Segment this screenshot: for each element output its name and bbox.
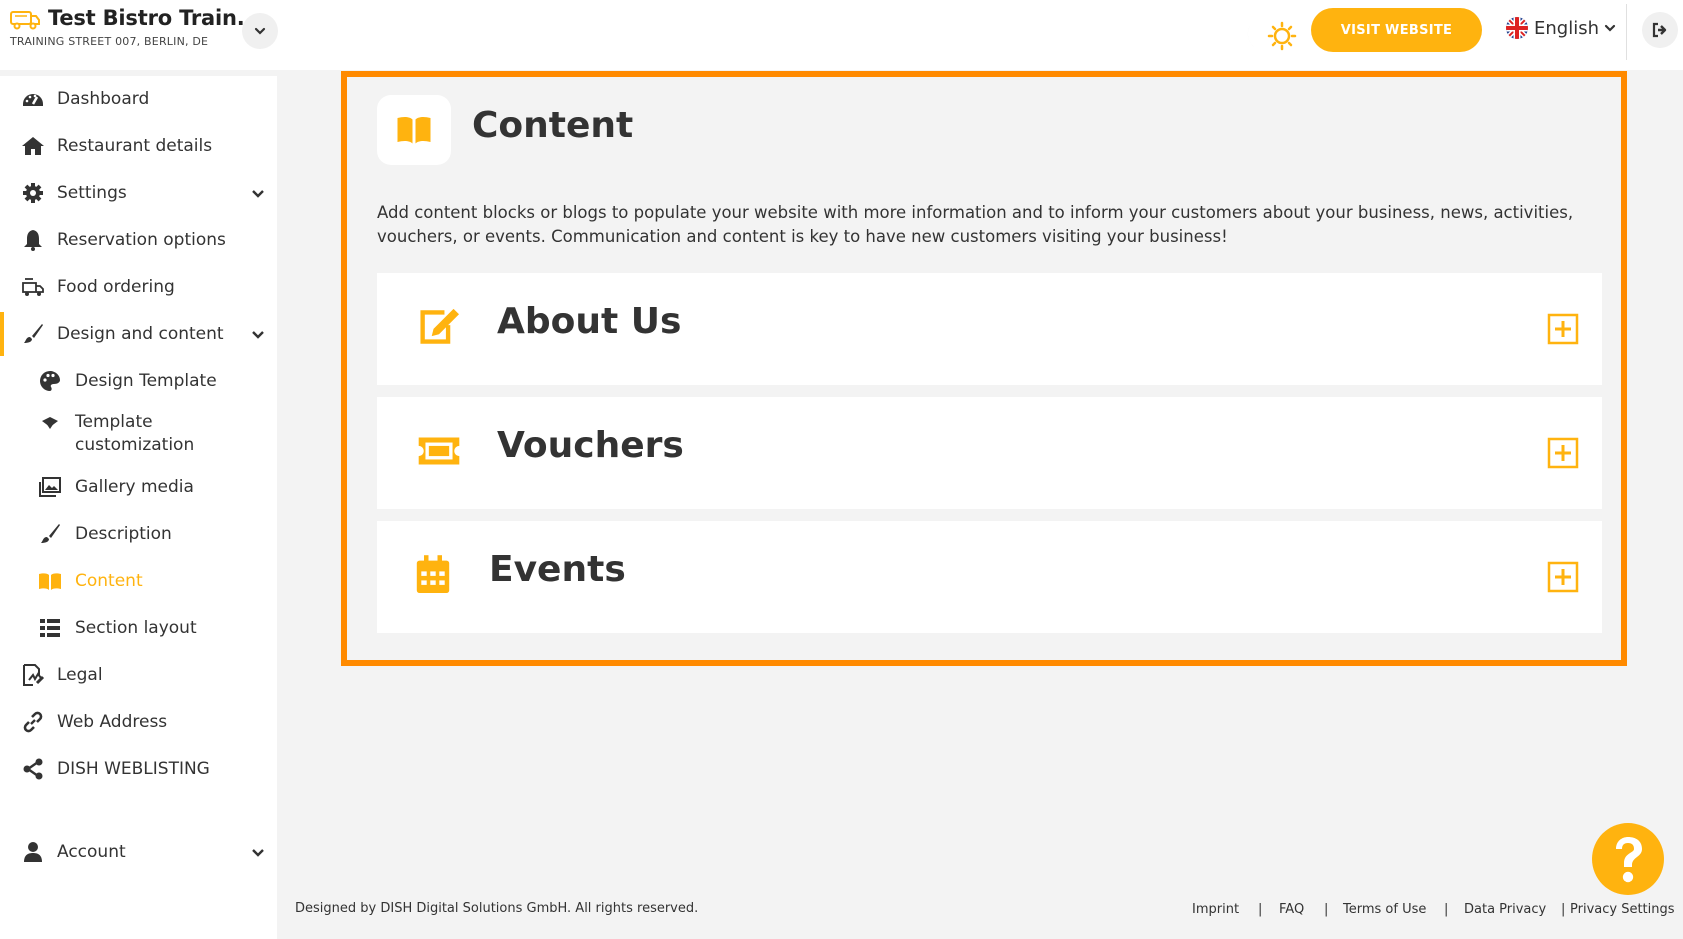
uk-flag-icon [1506,17,1528,39]
sidebar-item-label: Design Template [75,371,217,391]
header-divider [1626,4,1627,60]
expand-plus-icon[interactable] [1547,561,1579,593]
chevron-down-icon [252,190,264,198]
language-selector[interactable]: English [1505,16,1616,40]
restaurant-name: Test Bistro Train... [48,6,261,30]
sidebar-item-label: Description [75,524,172,544]
help-button[interactable] [1592,823,1664,895]
sidebar-item-label: Settings [57,183,127,203]
content-block-vouchers[interactable]: Vouchers [377,397,1602,509]
footer-link-data-privacy[interactable]: Data Privacy [1464,902,1546,917]
sidebar-item-label: Template customization [75,412,195,455]
sidebar-item-account[interactable]: Account [0,830,277,874]
content-block-about-us[interactable]: About Us [377,273,1602,385]
sidebar-item-label: Account [57,842,126,862]
sidebar: Dashboard Restaurant details Settings Re… [0,76,277,939]
restaurant-switch-button[interactable] [242,13,278,49]
footer-link-privacy-settings[interactable]: Privacy Settings [1570,902,1675,917]
dashboard-icon [23,94,43,106]
food-ordering-icon [22,278,44,296]
theme-toggle[interactable] [1230,14,1300,58]
page-title-icon-box [377,95,451,165]
footer-separator: | [1324,902,1329,917]
sidebar-item-label: Content [75,571,143,591]
signature-icon [23,664,45,686]
sidebar-item-dashboard[interactable]: Dashboard [0,77,277,121]
sidebar-item-settings[interactable]: Settings [0,171,277,215]
sidebar-item-dish-weblisting[interactable]: DISH WEBLISTING [0,747,277,791]
images-icon [39,477,61,497]
sidebar-item-label: Food ordering [57,277,175,297]
sidebar-item-food-ordering[interactable]: Food ordering [0,265,277,309]
user-icon [24,842,42,862]
expand-plus-icon[interactable] [1547,313,1579,345]
list-icon [40,619,60,637]
sidebar-item-content[interactable]: Content [0,559,277,603]
sidebar-item-description[interactable]: Description [0,512,277,556]
gear-icon [23,183,43,203]
calendar-icon [409,553,457,597]
footer-link-imprint[interactable]: Imprint [1192,902,1239,917]
footer-separator: | [1444,902,1449,917]
block-title: Events [489,549,626,590]
footer-links: Imprint | FAQ | Terms of Use | Data Priv… [1192,902,1677,922]
language-label: English [1534,17,1599,39]
sidebar-item-label: Dashboard [57,89,150,109]
sun-icon [1267,21,1297,51]
paintbrush-icon [24,324,43,343]
sidebar-item-design-template[interactable]: Design Template [0,359,277,403]
logout-button[interactable] [1642,12,1678,48]
food-truck-icon [10,11,40,30]
sidebar-item-template-customization[interactable]: Template customization [0,406,277,462]
sidebar-item-restaurant-details[interactable]: Restaurant details [0,124,277,168]
book-open-icon [397,117,431,144]
chevron-down-icon [254,27,266,35]
expand-plus-icon[interactable] [1547,437,1579,469]
sidebar-item-gallery-media[interactable]: Gallery media [0,465,277,509]
home-icon [22,137,44,155]
swatches-icon [42,417,58,429]
sidebar-item-label: Reservation options [57,230,226,250]
sidebar-item-label: Web Address [57,712,168,732]
footer-separator: | [1561,902,1566,917]
restaurant-brand: Test Bistro Train... TRAINING STREET 007… [10,6,260,48]
sidebar-item-web-address[interactable]: Web Address [0,700,277,744]
palette-icon [40,371,60,391]
content-block-events[interactable]: Events [377,521,1602,633]
logout-icon [1652,22,1667,38]
bell-icon [24,230,42,251]
footer-copyright: Designed by DISH Digital Solutions GmbH.… [295,901,699,916]
sidebar-item-label: Section layout [75,618,197,638]
block-title: Vouchers [497,425,684,466]
sidebar-item-legal[interactable]: Legal [0,653,277,697]
visit-website-button[interactable]: VISIT WEBSITE [1311,8,1482,52]
footer-link-terms[interactable]: Terms of Use [1343,902,1426,917]
sidebar-item-reservation-options[interactable]: Reservation options [0,218,277,262]
chevron-down-icon [252,331,264,339]
brush-icon [41,524,60,543]
link-icon [23,711,43,733]
top-header: Test Bistro Train... TRAINING STREET 007… [0,0,1683,70]
content-panel: Content Add content blocks or blogs to p… [341,71,1627,666]
sidebar-item-label: DISH WEBLISTING [57,759,210,779]
page-description: Add content blocks or blogs to populate … [377,203,1574,246]
sidebar-item-label: Gallery media [75,477,194,497]
sidebar-item-label: Design and content [57,324,224,344]
chevron-down-icon [252,849,264,857]
block-title: About Us [497,301,682,342]
page-title: Content [472,105,634,146]
chevron-down-icon [1604,24,1616,32]
sidebar-item-label: Restaurant details [57,136,213,156]
edit-icon [415,305,463,349]
ticket-icon [415,429,463,473]
footer-separator: | [1258,902,1263,917]
sidebar-item-design-and-content[interactable]: Design and content [0,312,277,356]
footer-link-faq[interactable]: FAQ [1279,902,1304,917]
restaurant-address: TRAINING STREET 007, BERLIN, DE [10,35,209,48]
share-icon [23,758,43,780]
sidebar-item-label: Legal [57,665,103,685]
sidebar-item-section-layout[interactable]: Section layout [0,606,277,650]
book-open-icon [39,573,61,590]
question-icon [1616,837,1642,883]
